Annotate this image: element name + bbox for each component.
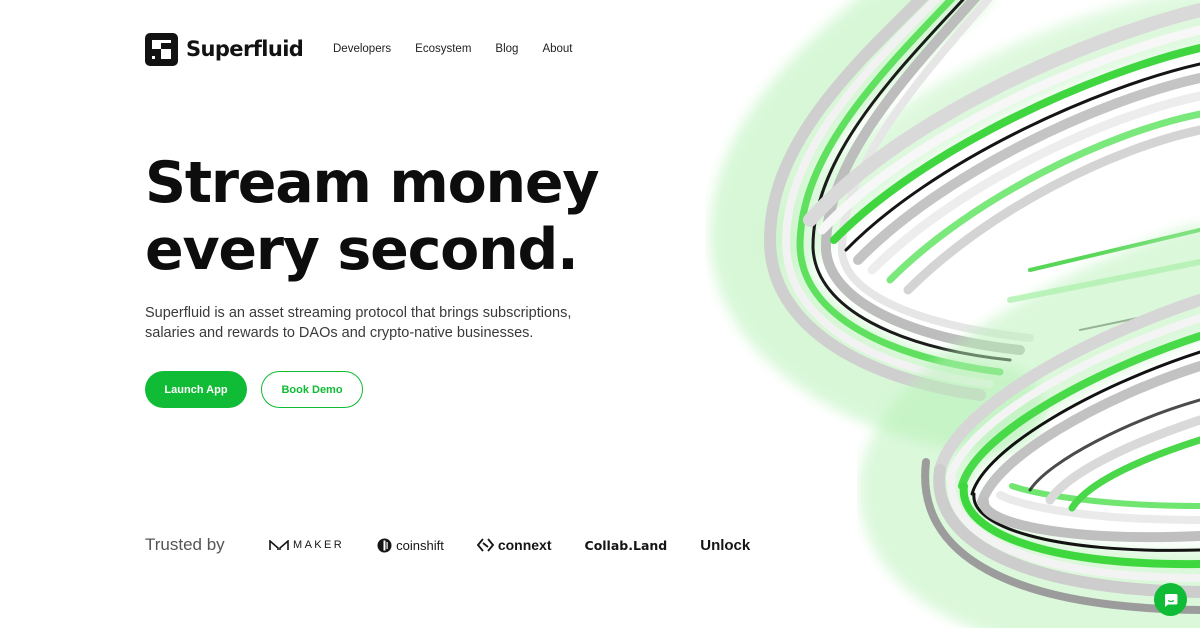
brand-maker-label: MAKER	[293, 539, 345, 551]
brand-collab-land-label: Collab.Land	[584, 537, 668, 553]
brand-unlock: Unlock	[700, 537, 750, 554]
hero-title-line-1: Stream money	[145, 150, 600, 216]
trusted-by-label: Trusted by	[145, 535, 225, 554]
chat-bubble-icon	[1164, 593, 1177, 607]
brand-coinshift-label: coinshift	[396, 537, 444, 553]
brand-collab-land: Collab.Land	[585, 538, 668, 553]
launch-app-button[interactable]: Launch App	[145, 371, 247, 408]
nav-ecosystem[interactable]: Ecosystem	[415, 43, 471, 55]
hero-subtitle-line-2: salaries and rewards to DAOs and crypto-…	[145, 325, 534, 341]
nav-blog[interactable]: Blog	[495, 43, 518, 55]
nav-developers[interactable]: Developers	[333, 43, 391, 55]
nav-about[interactable]: About	[542, 43, 572, 55]
maker-logo-icon	[269, 539, 289, 550]
brand-connext-label: connext	[497, 537, 552, 553]
main-nav: Developers Ecosystem Blog About	[333, 32, 573, 66]
site-header: Superfluid Developers Ecosystem Blog Abo…	[145, 32, 573, 66]
hero-title-line-2: every second.	[145, 217, 579, 283]
book-demo-button[interactable]: Book Demo	[261, 371, 363, 408]
brand-coinshift: coinshift	[377, 538, 444, 553]
logo-text: Superfluid	[186, 37, 304, 61]
brand-unlock-label: Unlock	[700, 536, 751, 554]
hero-subtitle: Superfluid is an asset streaming protoco…	[145, 303, 615, 343]
hero-subtitle-line-1: Superfluid is an asset streaming protoco…	[145, 305, 572, 321]
hero-title: Stream money every second.	[145, 150, 705, 284]
brand-maker: MAKER	[269, 539, 344, 551]
connext-logo-icon	[476, 538, 494, 552]
superfluid-logo[interactable]: Superfluid	[145, 32, 304, 66]
superfluid-square-icon	[145, 32, 178, 66]
trusted-by-row: Trusted by MAKER coinshift connext Colla…	[145, 534, 783, 556]
brand-connext: connext	[476, 537, 552, 553]
cta-row: Launch App Book Demo	[145, 371, 363, 408]
coinshift-logo-icon	[377, 538, 392, 552]
chat-button[interactable]	[1154, 583, 1187, 616]
